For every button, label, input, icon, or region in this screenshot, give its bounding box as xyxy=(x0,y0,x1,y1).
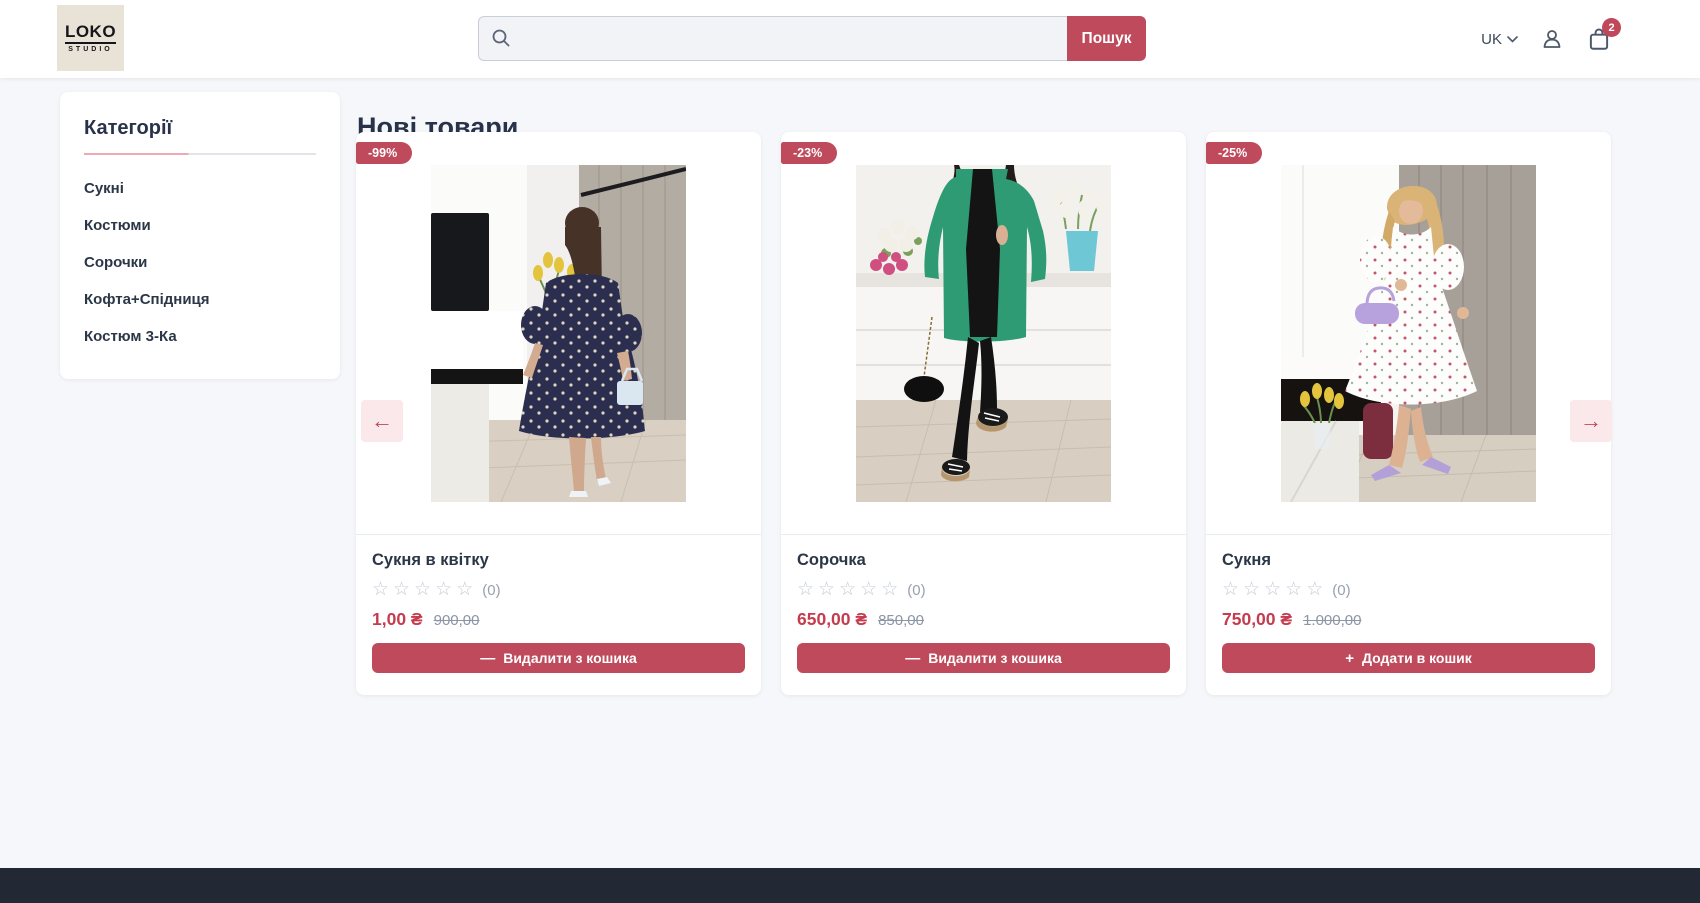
button-label: Додати в кошик xyxy=(1362,650,1472,666)
account-button[interactable] xyxy=(1540,27,1564,51)
category-list: Сукні Костюми Сорочки Кофта+Спідниця Кос… xyxy=(84,170,316,355)
discount-badge: -99% xyxy=(356,142,412,164)
search-input[interactable] xyxy=(478,16,1067,61)
product-info: Сукня в квітку ☆ ☆ ☆ ☆ ☆ (0) 1,00 ₴ 900,… xyxy=(356,535,761,630)
product-card: -99% xyxy=(356,132,761,695)
current-price: 1,00 ₴ xyxy=(372,609,423,630)
star-icon: ☆ xyxy=(414,580,431,600)
chevron-down-icon xyxy=(1507,36,1518,43)
product-image-link[interactable] xyxy=(781,132,1186,535)
sidebar-item-shirts[interactable]: Сорочки xyxy=(84,244,316,281)
remove-from-cart-button[interactable]: — Видалити з кошика xyxy=(797,643,1170,673)
search-button[interactable]: Пошук xyxy=(1067,16,1146,61)
product-carousel: -99% xyxy=(356,132,1611,695)
header: LOKO STUDIO Пошук UK xyxy=(0,0,1700,78)
star-icon: ☆ xyxy=(456,580,473,600)
star-icon: ☆ xyxy=(818,580,835,600)
search-field xyxy=(478,16,1067,61)
add-to-cart-button[interactable]: + Додати в кошик xyxy=(1222,643,1595,673)
rating: ☆ ☆ ☆ ☆ ☆ (0) xyxy=(797,580,1170,600)
old-price: 900,00 xyxy=(434,612,480,629)
star-icon: ☆ xyxy=(797,580,814,600)
current-price: 650,00 ₴ xyxy=(797,609,867,630)
star-icon: ☆ xyxy=(1285,580,1302,600)
product-info: Сорочка ☆ ☆ ☆ ☆ ☆ (0) 650,00 ₴ 850,00 xyxy=(781,535,1186,630)
sidebar-item-dresses[interactable]: Сукні xyxy=(84,170,316,207)
rating-count: (0) xyxy=(1332,582,1350,599)
product-image xyxy=(856,165,1111,502)
star-icon: ☆ xyxy=(435,580,452,600)
rating: ☆ ☆ ☆ ☆ ☆ (0) xyxy=(1222,580,1595,600)
product-title[interactable]: Сукня xyxy=(1222,551,1595,570)
rating: ☆ ☆ ☆ ☆ ☆ (0) xyxy=(372,580,745,600)
sidebar-divider xyxy=(84,153,316,155)
star-icon: ☆ xyxy=(839,580,856,600)
logo-title: LOKO xyxy=(65,23,116,45)
discount-badge: -23% xyxy=(781,142,837,164)
sidebar-item-top-skirt[interactable]: Кофта+Спідниця xyxy=(84,281,316,318)
current-price: 750,00 ₴ xyxy=(1222,609,1292,630)
search-bar: Пошук xyxy=(478,16,1146,61)
remove-from-cart-button[interactable]: — Видалити з кошика xyxy=(372,643,745,673)
categories-sidebar: Категорії Сукні Костюми Сорочки Кофта+Сп… xyxy=(60,92,340,379)
price-row: 650,00 ₴ 850,00 xyxy=(797,609,1170,630)
star-icon: ☆ xyxy=(393,580,410,600)
carousel-prev-button[interactable]: ← xyxy=(361,400,403,442)
old-price: 1.000,00 xyxy=(1303,612,1361,629)
cart-count-badge: 2 xyxy=(1602,18,1621,37)
price-row: 1,00 ₴ 900,00 xyxy=(372,609,745,630)
star-icon: ☆ xyxy=(881,580,898,600)
header-actions: UK 2 xyxy=(1481,0,1612,78)
button-label: Видалити з кошика xyxy=(503,650,637,666)
user-icon xyxy=(1540,27,1564,51)
star-icon: ☆ xyxy=(372,580,389,600)
sidebar-item-suit-3[interactable]: Костюм 3-Ка xyxy=(84,318,316,355)
star-icon: ☆ xyxy=(1243,580,1260,600)
product-image xyxy=(431,165,686,502)
price-row: 750,00 ₴ 1.000,00 xyxy=(1222,609,1595,630)
star-icon: ☆ xyxy=(1306,580,1323,600)
product-title[interactable]: Сукня в квітку xyxy=(372,551,745,570)
product-card: -25% xyxy=(1206,132,1611,695)
arrow-right-icon: → xyxy=(1580,410,1602,432)
carousel-next-button[interactable]: → xyxy=(1570,400,1612,442)
rating-count: (0) xyxy=(907,582,925,599)
old-price: 850,00 xyxy=(878,612,924,629)
star-icon: ☆ xyxy=(1264,580,1281,600)
star-icon: ☆ xyxy=(860,580,877,600)
product-image-link[interactable] xyxy=(356,132,761,535)
rating-count: (0) xyxy=(482,582,500,599)
logo-subtitle: STUDIO xyxy=(68,46,112,53)
language-selector[interactable]: UK xyxy=(1481,31,1518,48)
language-code: UK xyxy=(1481,31,1502,48)
product-title[interactable]: Сорочка xyxy=(797,551,1170,570)
button-label: Видалити з кошика xyxy=(928,650,1062,666)
minus-icon: — xyxy=(480,651,495,666)
minus-icon: — xyxy=(905,651,920,666)
product-image-link[interactable] xyxy=(1206,132,1611,535)
sidebar-item-suits[interactable]: Костюми xyxy=(84,207,316,244)
sidebar-title: Категорії xyxy=(84,117,316,140)
product-info: Сукня ☆ ☆ ☆ ☆ ☆ (0) 750,00 ₴ 1.000,00 xyxy=(1206,535,1611,630)
logo[interactable]: LOKO STUDIO xyxy=(57,5,124,71)
storefront-page: LOKO STUDIO Пошук UK xyxy=(0,0,1700,903)
footer xyxy=(0,868,1700,903)
product-card: -23% xyxy=(781,132,1186,695)
star-icon: ☆ xyxy=(1222,580,1239,600)
discount-badge: -25% xyxy=(1206,142,1262,164)
cart-button[interactable]: 2 xyxy=(1586,26,1612,52)
plus-icon: + xyxy=(1345,651,1354,666)
product-image xyxy=(1281,165,1536,502)
arrow-left-icon: ← xyxy=(371,410,393,432)
